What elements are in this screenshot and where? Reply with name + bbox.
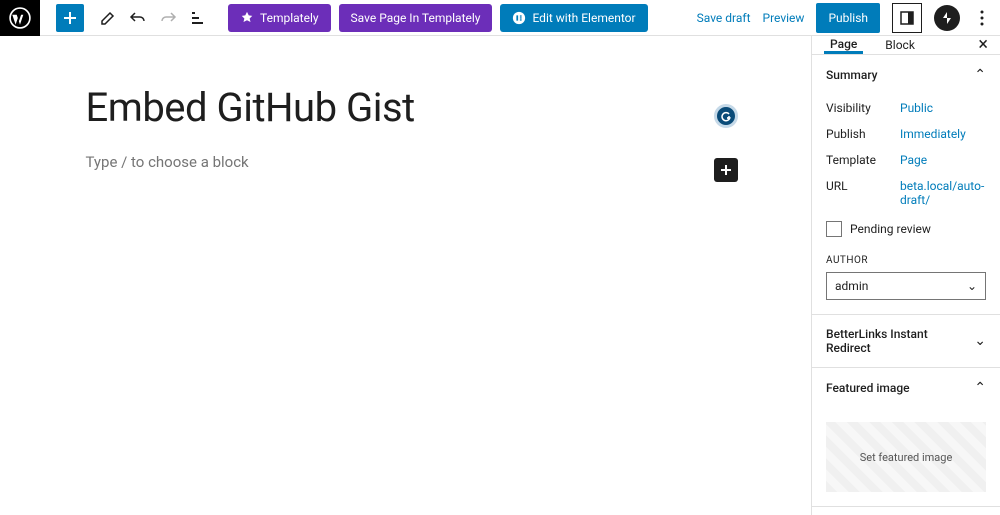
panel-summary-title: Summary — [826, 68, 878, 82]
block-placeholder[interactable]: Type / to choose a block — [86, 153, 726, 171]
more-options-icon[interactable] — [972, 3, 992, 33]
edit-elementor-label: Edit with Elementor — [532, 11, 635, 25]
url-label: URL — [826, 179, 900, 193]
publish-value[interactable]: Immediately — [900, 127, 966, 141]
close-sidebar-icon[interactable]: × — [978, 36, 988, 54]
panel-betterlinks: BetterLinks Instant Redirect ⌄ — [812, 315, 1000, 368]
jetpack-icon[interactable] — [934, 5, 960, 31]
panel-summary: Summary ⌃ VisibilityPublic PublishImmedi… — [812, 55, 1000, 315]
edit-elementor-button[interactable]: Edit with Elementor — [500, 4, 647, 32]
save-page-label: Save Page In Templately — [351, 11, 481, 25]
grammarly-icon[interactable] — [714, 104, 738, 128]
pending-review-row[interactable]: Pending review — [826, 213, 986, 245]
panel-summary-header[interactable]: Summary ⌃ — [812, 55, 1000, 95]
page-title[interactable]: Embed GitHub Gist — [86, 84, 726, 131]
template-label: Template — [826, 153, 900, 167]
author-value: admin — [835, 279, 868, 293]
tab-page[interactable]: Page — [824, 36, 863, 54]
templately-label: Templately — [260, 11, 319, 25]
chevron-up-icon: ⌃ — [974, 380, 986, 396]
undo-icon[interactable] — [124, 4, 152, 32]
template-value[interactable]: Page — [900, 153, 927, 167]
toolbar-right: Save draft Preview Publish — [697, 3, 1000, 33]
set-featured-image-label: Set featured image — [860, 451, 953, 464]
top-toolbar: Templately Save Page In Templately Edit … — [0, 0, 1000, 36]
settings-sidebar: Page Block × Summary ⌃ VisibilityPublic … — [811, 36, 1000, 515]
list-view-icon[interactable] — [184, 4, 212, 32]
save-page-templately-button[interactable]: Save Page In Templately — [339, 4, 493, 32]
editor-canvas: Embed GitHub Gist Type / to choose a blo… — [0, 36, 811, 515]
save-draft-button[interactable]: Save draft — [697, 11, 751, 25]
panel-discussion: Discussion ⌄ — [812, 507, 1000, 515]
publish-label: Publish — [828, 11, 868, 25]
elementor-icon — [512, 11, 526, 25]
author-heading: AUTHOR — [826, 245, 986, 272]
set-featured-image-button[interactable]: Set featured image — [826, 422, 986, 492]
chevron-down-icon: ⌄ — [967, 279, 977, 293]
panel-betterlinks-title: BetterLinks Instant Redirect — [826, 327, 974, 355]
panel-featured-header[interactable]: Featured image ⌃ — [812, 368, 1000, 408]
wp-logo[interactable] — [0, 0, 40, 36]
pending-review-checkbox[interactable] — [826, 221, 842, 237]
inline-add-block-button[interactable] — [714, 158, 738, 182]
preview-button[interactable]: Preview — [763, 11, 805, 25]
templately-icon — [240, 11, 254, 25]
add-block-toolbar-button[interactable] — [56, 4, 84, 32]
panel-featured-image: Featured image ⌃ Set featured image — [812, 368, 1000, 507]
publish-button[interactable]: Publish — [816, 3, 880, 33]
visibility-value[interactable]: Public — [900, 101, 933, 115]
templately-button[interactable]: Templately — [228, 4, 331, 32]
publish-label: Publish — [826, 127, 900, 141]
author-select[interactable]: admin ⌄ — [826, 272, 986, 300]
url-value[interactable]: beta.local/auto-draft/ — [900, 179, 986, 207]
chevron-down-icon: ⌄ — [974, 333, 986, 349]
panel-discussion-header[interactable]: Discussion ⌄ — [812, 507, 1000, 515]
toolbar-left: Templately Save Page In Templately Edit … — [40, 4, 648, 32]
tab-block[interactable]: Block — [879, 36, 921, 54]
panel-featured-title: Featured image — [826, 381, 910, 395]
main-layout: Embed GitHub Gist Type / to choose a blo… — [0, 36, 1000, 515]
pending-review-label: Pending review — [850, 222, 931, 236]
settings-sidebar-toggle[interactable] — [892, 3, 922, 33]
visibility-label: Visibility — [826, 101, 900, 115]
sidebar-tabs: Page Block × — [812, 36, 1000, 55]
edit-icon[interactable] — [94, 4, 122, 32]
panel-betterlinks-header[interactable]: BetterLinks Instant Redirect ⌄ — [812, 315, 1000, 367]
redo-icon[interactable] — [154, 4, 182, 32]
chevron-up-icon: ⌃ — [974, 67, 986, 83]
